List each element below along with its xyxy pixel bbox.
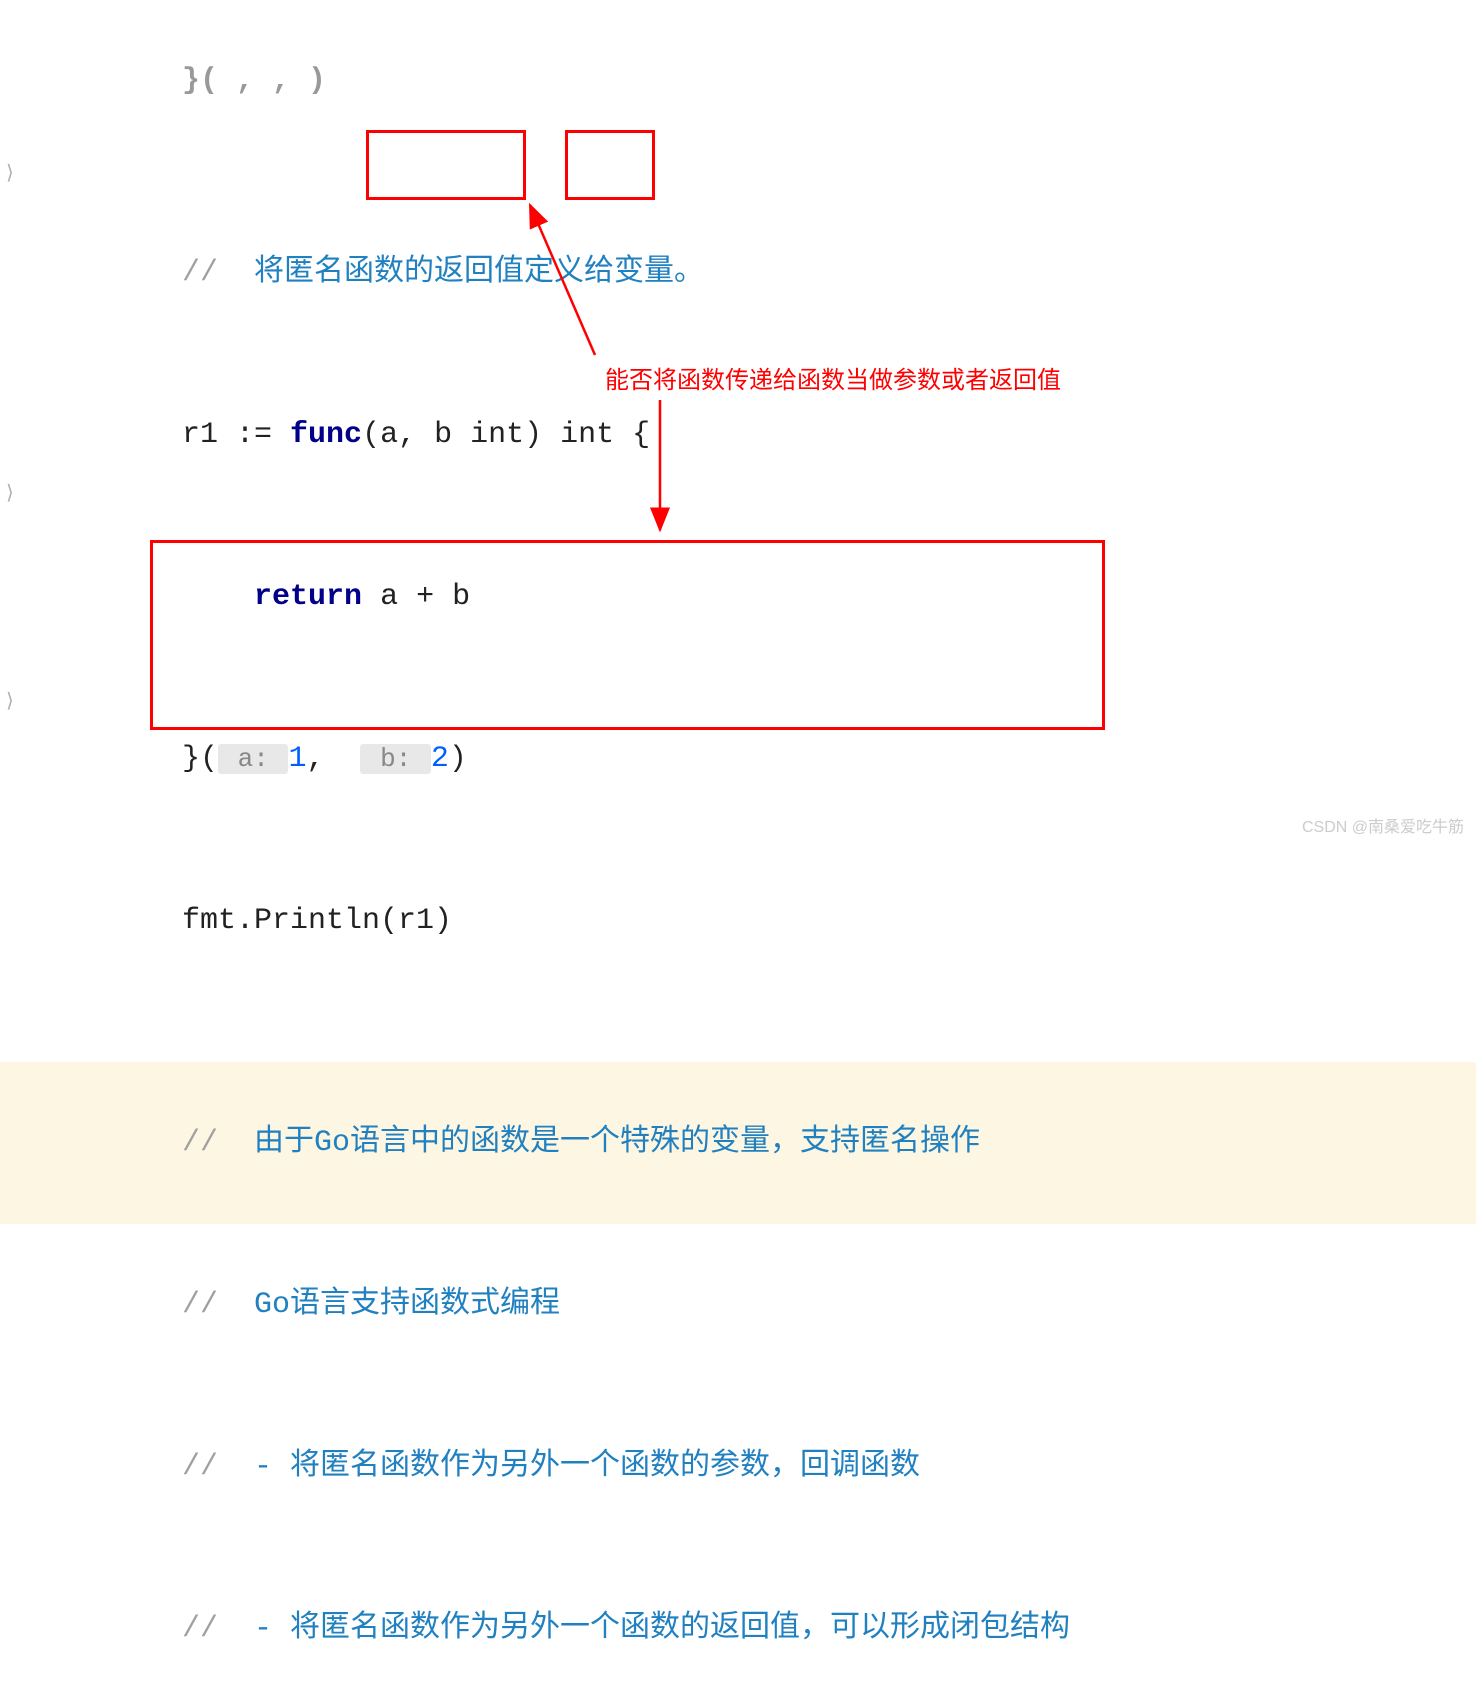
gutter-marker-icon: ⟩ — [6, 480, 14, 506]
assign-r1: r1 := — [182, 418, 290, 452]
comment-slash: // — [182, 1126, 218, 1160]
func-return-type: int — [542, 418, 632, 452]
open-brace: { — [632, 418, 650, 452]
call-end: ) — [449, 742, 467, 776]
comment-text: 由于Go语言中的函数是一个特殊的变量，支持匿名操作 — [218, 1126, 980, 1160]
watermark-text: CSDN @南桑爱吃牛筋 — [1302, 813, 1464, 837]
comment-text: - 将匿名函数作为另外一个函数的参数，回调函数 — [218, 1450, 920, 1484]
code-line-partial-top: }( , , ) — [0, 0, 1476, 162]
gutter-marker-icon: ⟩ — [6, 688, 14, 714]
comment-text: 将匿名函数的返回值定义给变量。 — [218, 256, 704, 290]
arg-value-b: 2 — [431, 742, 449, 776]
return-expr: a + b — [362, 580, 470, 614]
partial-args: }( , , ) — [182, 64, 326, 98]
code-line-call: }( a: 1, b: 2) — [0, 678, 1476, 840]
comment-slash: // — [182, 1450, 218, 1484]
code-line-println: fmt.Println(r1) — [0, 840, 1476, 1002]
code-line-comment-6: // 由于Go语言中的函数是一个特殊的变量，支持匿名操作 — [0, 1062, 1476, 1224]
arg-value-a: 1 — [288, 742, 306, 776]
comment-text: Go语言支持函数式编程 — [218, 1288, 560, 1322]
code-line-comment-1: // 将匿名函数的返回值定义给变量。 — [0, 192, 1476, 354]
code-line-comment-8: // - 将匿名函数作为另外一个函数的参数，回调函数 — [0, 1386, 1476, 1548]
code-line-comment-7: // Go语言支持函数式编程 — [0, 1224, 1476, 1386]
param-hint-b: b: — [360, 744, 430, 774]
annotation-question: 能否将函数传递给函数当做参数或者返回值 — [605, 360, 1061, 395]
indent — [182, 580, 254, 614]
keyword-func: func — [290, 418, 362, 452]
comment-slash: // — [182, 256, 218, 290]
func-params: (a, b int) — [362, 418, 542, 452]
code-line-comment-9: // - 将匿名函数作为另外一个函数的返回值，可以形成闭包结构 — [0, 1548, 1476, 1690]
comment-text: - 将匿名函数作为另外一个函数的返回值，可以形成闭包结构 — [218, 1612, 1070, 1646]
code-line-return: return a + b — [0, 516, 1476, 678]
comment-slash: // — [182, 1612, 218, 1646]
close-brace-call: }( — [182, 742, 218, 776]
keyword-return: return — [254, 580, 362, 614]
comment-slash: // — [182, 1288, 218, 1322]
comma: , — [306, 742, 360, 776]
param-hint-a: a: — [218, 744, 288, 774]
println-call: fmt.Println(r1) — [182, 904, 452, 938]
gutter-marker-icon: ⟩ — [6, 160, 14, 186]
code-block: }( , , ) // 将匿名函数的返回值定义给变量。 r1 := func(a… — [0, 0, 1476, 1690]
